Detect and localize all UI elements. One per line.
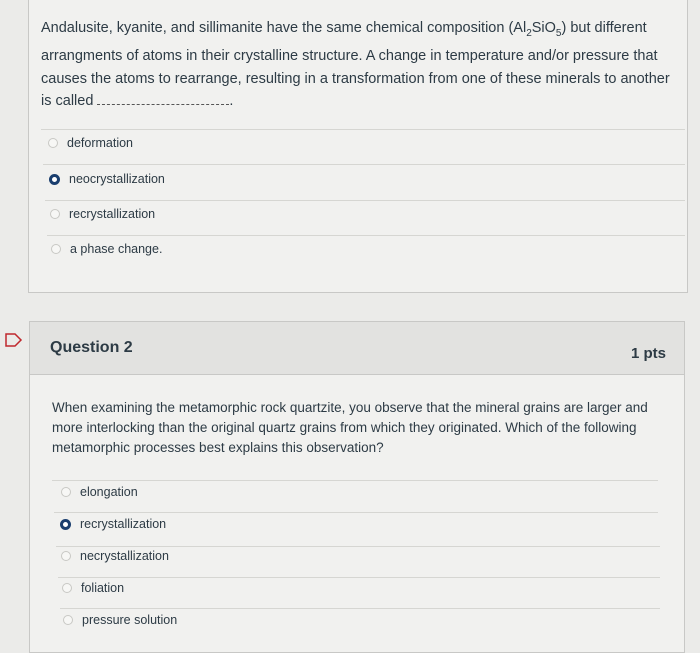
- q2-answer-pressure-solution[interactable]: pressure solution: [63, 613, 177, 627]
- answer-blank: [97, 92, 230, 106]
- q2-answer-foliation[interactable]: foliation: [62, 581, 124, 595]
- q1-answer-deformation[interactable]: deformation: [48, 136, 133, 150]
- question-points: 1 pts: [630, 345, 666, 362]
- divider: [45, 200, 685, 201]
- divider: [43, 164, 685, 165]
- divider: [54, 512, 658, 513]
- radio-button-selected[interactable]: [49, 173, 60, 185]
- answer-label: recrystallization: [80, 517, 167, 531]
- answer-label: necrystallization: [80, 549, 169, 563]
- radio-button[interactable]: [51, 244, 61, 254]
- question-2-header: Question 2 1 pts: [30, 322, 684, 375]
- divider: [58, 577, 660, 578]
- question-2-text: When examining the metamorphic rock quar…: [52, 400, 648, 455]
- divider: [60, 608, 660, 609]
- question-1-text-end: .: [229, 93, 234, 110]
- question-2-card: Question 2 1 pts When examining the meta…: [29, 321, 685, 653]
- question-1-text: Andalusite, kyanite, and sillimanite hav…: [41, 17, 681, 113]
- q1-answer-neocrystallization[interactable]: neocrystallization: [49, 172, 165, 186]
- q1-answer-recrystallization[interactable]: recrystallization: [50, 207, 155, 221]
- divider: [56, 546, 660, 547]
- q2-answer-necrystallization[interactable]: necrystallization: [61, 549, 169, 563]
- q2-answer-elongation[interactable]: elongation: [61, 485, 138, 499]
- divider: [52, 480, 658, 481]
- radio-button[interactable]: [50, 209, 60, 219]
- radio-button[interactable]: [61, 487, 71, 497]
- answer-label: foliation: [81, 581, 125, 595]
- answer-label: deformation: [67, 136, 134, 150]
- bookmark-icon[interactable]: [5, 333, 23, 352]
- question-1-text-part1: Andalusite, kyanite, and sillimanite hav…: [41, 20, 527, 36]
- question-1-text-part2: SiO: [531, 20, 556, 36]
- q2-answer-recrystallization[interactable]: recrystallization: [60, 517, 166, 531]
- radio-button[interactable]: [48, 138, 58, 148]
- answer-label: neocrystallization: [69, 172, 165, 186]
- divider: [41, 129, 685, 130]
- answer-label: pressure solution: [82, 613, 178, 627]
- answer-label: recrystallization: [69, 207, 156, 221]
- answer-label: elongation: [80, 485, 138, 499]
- question-1-card: Andalusite, kyanite, and sillimanite hav…: [28, 0, 688, 293]
- radio-button[interactable]: [63, 615, 73, 625]
- divider: [47, 235, 685, 236]
- radio-button[interactable]: [62, 583, 72, 593]
- q1-answer-phase-change[interactable]: a phase change.: [51, 242, 162, 256]
- radio-button-selected[interactable]: [60, 518, 71, 530]
- radio-button[interactable]: [61, 551, 71, 561]
- answer-label: a phase change.: [70, 242, 163, 256]
- question-title: Question 2: [50, 339, 133, 356]
